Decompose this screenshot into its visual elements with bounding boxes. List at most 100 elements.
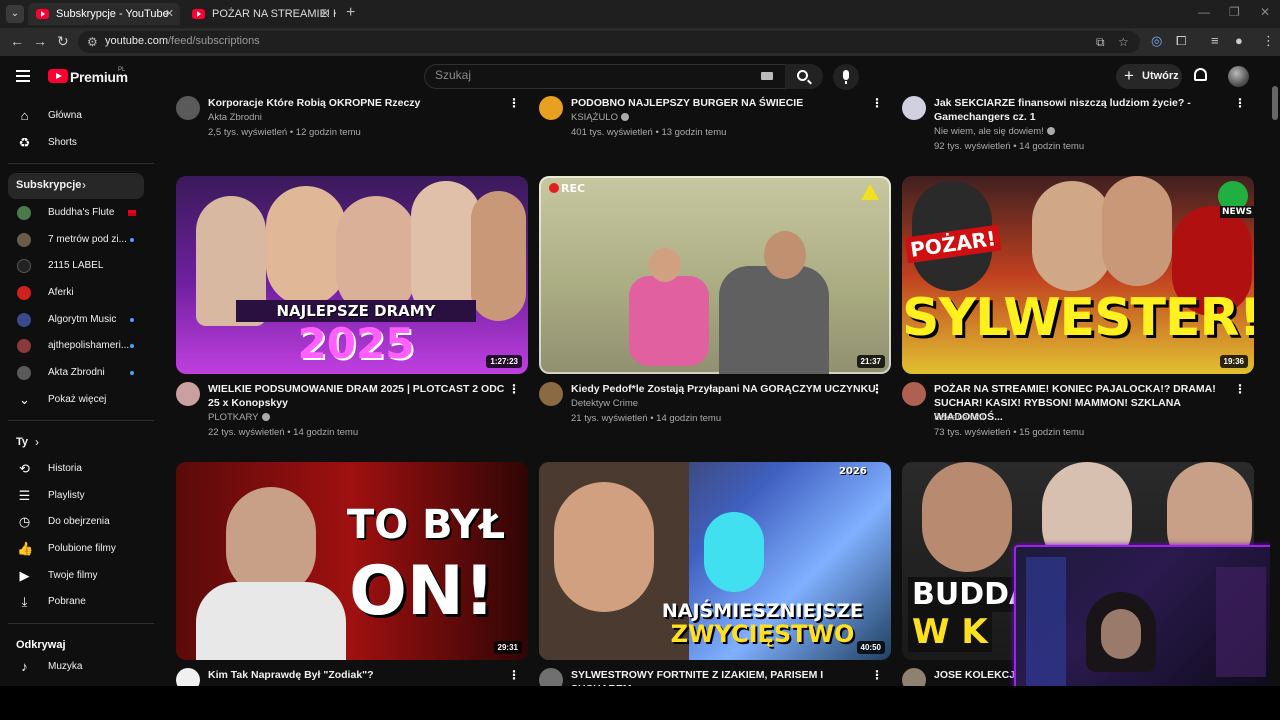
chevron-down-icon: ⌄ bbox=[19, 392, 30, 407]
forward-arrow-icon[interactable]: → bbox=[33, 33, 47, 49]
video-title[interactable]: Kim Tak Naprawdę Był "Zodiak"? bbox=[208, 668, 518, 682]
youtube-logo-icon[interactable] bbox=[48, 69, 68, 83]
url-field[interactable]: ⚙ youtube.com/feed/subscriptions ⧉ ☆ bbox=[78, 31, 1140, 53]
sidebar-item-history[interactable]: ⟲ Historia bbox=[8, 456, 144, 482]
more-actions-icon[interactable]: ⋮ bbox=[871, 382, 883, 396]
sidebar-item-subscriptions[interactable]: Subskrypcje › bbox=[8, 173, 144, 199]
sidebar-item-downloads[interactable]: ⤓ Pobrane bbox=[8, 589, 144, 615]
sidebar-channel[interactable]: Akta Zbrodni bbox=[8, 360, 144, 386]
video-thumbnail[interactable]: TO BYŁ ON! 29:31 bbox=[176, 462, 528, 660]
voice-search-mic-icon[interactable] bbox=[833, 64, 859, 90]
channel-avatar[interactable] bbox=[539, 96, 563, 120]
reload-icon[interactable]: ↻ bbox=[57, 33, 69, 50]
channel-avatar[interactable] bbox=[176, 382, 200, 406]
channel-avatar[interactable] bbox=[176, 668, 200, 686]
search-button[interactable] bbox=[785, 64, 823, 89]
video-card[interactable]: REC 21:37 Kiedy Pedof*le Zostają Przyłap… bbox=[533, 176, 891, 446]
browser-avatar-icon[interactable]: ● bbox=[1235, 33, 1243, 48]
sidebar-channel[interactable]: Buddha's Flute bbox=[8, 200, 144, 226]
video-title[interactable]: PODOBNO NAJLEPSZY BURGER NA ŚWIECIE bbox=[571, 96, 881, 110]
video-card[interactable]: Jak SEKCIARZE finansowi niszczą ludziom … bbox=[896, 96, 1248, 156]
video-title[interactable]: Kiedy Pedof*le Zostają Przyłapani NA GOR… bbox=[571, 382, 881, 396]
sidebar-channel[interactable]: Algorytm Music bbox=[8, 307, 144, 333]
video-title[interactable]: SYLWESTROWY FORTNITE Z IZAKIEM, PARISEM … bbox=[571, 668, 881, 686]
more-actions-icon[interactable]: ⋮ bbox=[871, 668, 883, 682]
flag-icon bbox=[128, 210, 136, 216]
video-thumbnail[interactable]: NAJLEPSZE DRAMY 2025 1:27:23 bbox=[176, 176, 528, 374]
video-duration: 40:50 bbox=[856, 641, 885, 654]
video-title[interactable]: WIELKIE PODSUMOWANIE DRAM 2025 | PLOTCAS… bbox=[208, 382, 518, 410]
video-channel[interactable]: Detektyw Crime bbox=[571, 398, 638, 409]
video-title[interactable]: Jak SEKCIARZE finansowi niszczą ludziom … bbox=[934, 96, 1244, 124]
browser-menu-icon[interactable]: ⋮ bbox=[1262, 33, 1275, 49]
video-channel[interactable]: PLOTKARY bbox=[208, 412, 270, 423]
video-card[interactable]: 2026 NAJŚMIESZNIEJSZE ZWYCIĘSTWO 40:50 S… bbox=[533, 462, 891, 686]
tab-search-menu-button[interactable]: ⌄ bbox=[6, 5, 24, 23]
video-duration: 19:36 bbox=[1219, 355, 1248, 368]
video-card[interactable]: POŻAR! SYLWESTER! NEWS 19:36 POŻAR NA ST… bbox=[896, 176, 1254, 446]
sidebar-item-liked[interactable]: 👍 Polubione filmy bbox=[8, 536, 144, 562]
back-arrow-icon[interactable]: ← bbox=[10, 33, 24, 49]
sidebar-channel[interactable]: Aferki bbox=[8, 280, 144, 306]
channel-avatar[interactable] bbox=[539, 668, 563, 686]
search-input[interactable] bbox=[435, 68, 755, 82]
youtube-favicon-icon bbox=[36, 9, 49, 19]
notifications-bell-icon[interactable] bbox=[1194, 68, 1207, 81]
bookmark-star-icon[interactable]: ☆ bbox=[1118, 35, 1129, 49]
site-info-icon[interactable]: ⚙ bbox=[87, 35, 98, 49]
sidebar-channel[interactable]: 2115 LABEL bbox=[8, 253, 144, 279]
video-thumbnail[interactable]: POŻAR! SYLWESTER! NEWS 19:36 bbox=[902, 176, 1254, 374]
video-thumbnail[interactable]: REC 21:37 bbox=[539, 176, 891, 374]
channel-avatar[interactable] bbox=[902, 96, 926, 120]
video-card[interactable]: TO BYŁ ON! 29:31 Kim Tak Naprawdę Był "Z… bbox=[170, 462, 528, 686]
sidebar-show-more[interactable]: ⌄ Pokaż więcej bbox=[8, 387, 144, 413]
close-window-icon[interactable]: ✕ bbox=[1260, 5, 1270, 19]
minimize-icon[interactable]: — bbox=[1198, 5, 1210, 19]
channel-avatar[interactable] bbox=[176, 96, 200, 120]
install-app-icon[interactable]: ⧉ bbox=[1096, 35, 1105, 50]
extensions-icon[interactable]: ⧠ bbox=[1176, 33, 1186, 49]
video-card[interactable]: PODOBNO NAJLEPSZY BURGER NA ŚWIECIE KSIĄ… bbox=[533, 96, 885, 156]
sidebar-channel[interactable]: 7 metrów pod zi... bbox=[8, 227, 144, 253]
more-actions-icon[interactable]: ⋮ bbox=[1234, 96, 1246, 110]
sidebar-item-playlists[interactable]: ☰ Playlisty bbox=[8, 483, 144, 509]
sidebar-item-you[interactable]: Ty › bbox=[8, 430, 144, 456]
more-actions-icon[interactable]: ⋮ bbox=[508, 668, 520, 682]
video-thumbnail[interactable]: 2026 NAJŚMIESZNIEJSZE ZWYCIĘSTWO 40:50 bbox=[539, 462, 891, 660]
video-channel[interactable]: Akta Zbrodni bbox=[208, 112, 262, 123]
video-channel[interactable]: KSIĄŻULO bbox=[571, 112, 629, 123]
sidebar-item-your-videos[interactable]: ▶ Twoje filmy bbox=[8, 563, 144, 589]
profile-circle-icon[interactable]: ◎ bbox=[1151, 33, 1162, 49]
browser-tab-subscriptions[interactable]: Subskrypcje - YouTube ✕ bbox=[28, 3, 180, 25]
page-scrollbar[interactable] bbox=[1270, 56, 1280, 686]
tab-close-icon[interactable]: ✕ bbox=[321, 3, 330, 25]
channel-avatar[interactable] bbox=[539, 382, 563, 406]
more-actions-icon[interactable]: ⋮ bbox=[1234, 382, 1246, 396]
keyboard-icon[interactable] bbox=[761, 72, 773, 80]
more-actions-icon[interactable]: ⋮ bbox=[508, 382, 520, 396]
restore-icon[interactable]: ❐ bbox=[1229, 5, 1240, 19]
sidebar-item-watch-later[interactable]: ◷ Do obejrzenia bbox=[8, 509, 144, 535]
video-channel[interactable]: Nie wiem, ale się dowiem! bbox=[934, 126, 1055, 137]
tab-close-icon[interactable]: ✕ bbox=[165, 3, 174, 25]
channel-avatar[interactable] bbox=[902, 668, 926, 686]
new-tab-button[interactable]: + bbox=[346, 4, 355, 22]
more-actions-icon[interactable]: ⋮ bbox=[508, 96, 520, 110]
video-card[interactable]: Korporacje Które Robią OKROPNE Rzeczy Ak… bbox=[170, 96, 522, 156]
channel-avatar bbox=[17, 233, 31, 247]
browser-tab-video[interactable]: POŻAR NA STREAMIE! KONIEC ✕ bbox=[184, 3, 336, 25]
channel-avatar[interactable] bbox=[902, 382, 926, 406]
video-card[interactable]: NAJLEPSZE DRAMY 2025 1:27:23 WIELKIE POD… bbox=[170, 176, 528, 446]
video-title[interactable]: Korporacje Które Robią OKROPNE Rzeczy bbox=[208, 96, 518, 110]
media-control-icon[interactable]: ≡ bbox=[1211, 33, 1219, 48]
more-actions-icon[interactable]: ⋮ bbox=[871, 96, 883, 110]
create-button[interactable]: + Utwórz bbox=[1116, 64, 1182, 89]
account-avatar[interactable] bbox=[1228, 66, 1249, 87]
hamburger-menu-icon[interactable] bbox=[16, 70, 30, 82]
sidebar-channel[interactable]: ajthepolishameri... bbox=[8, 333, 144, 359]
scrollbar-thumb[interactable] bbox=[1272, 86, 1278, 120]
sidebar-item-home[interactable]: ⌂ Główna bbox=[8, 103, 144, 129]
video-channel[interactable]: SzklanaY2J bbox=[934, 412, 984, 423]
sidebar-item-shorts[interactable]: ♻ Shorts bbox=[8, 130, 144, 156]
sidebar-item-music[interactable]: ♪ Muzyka bbox=[8, 654, 144, 680]
